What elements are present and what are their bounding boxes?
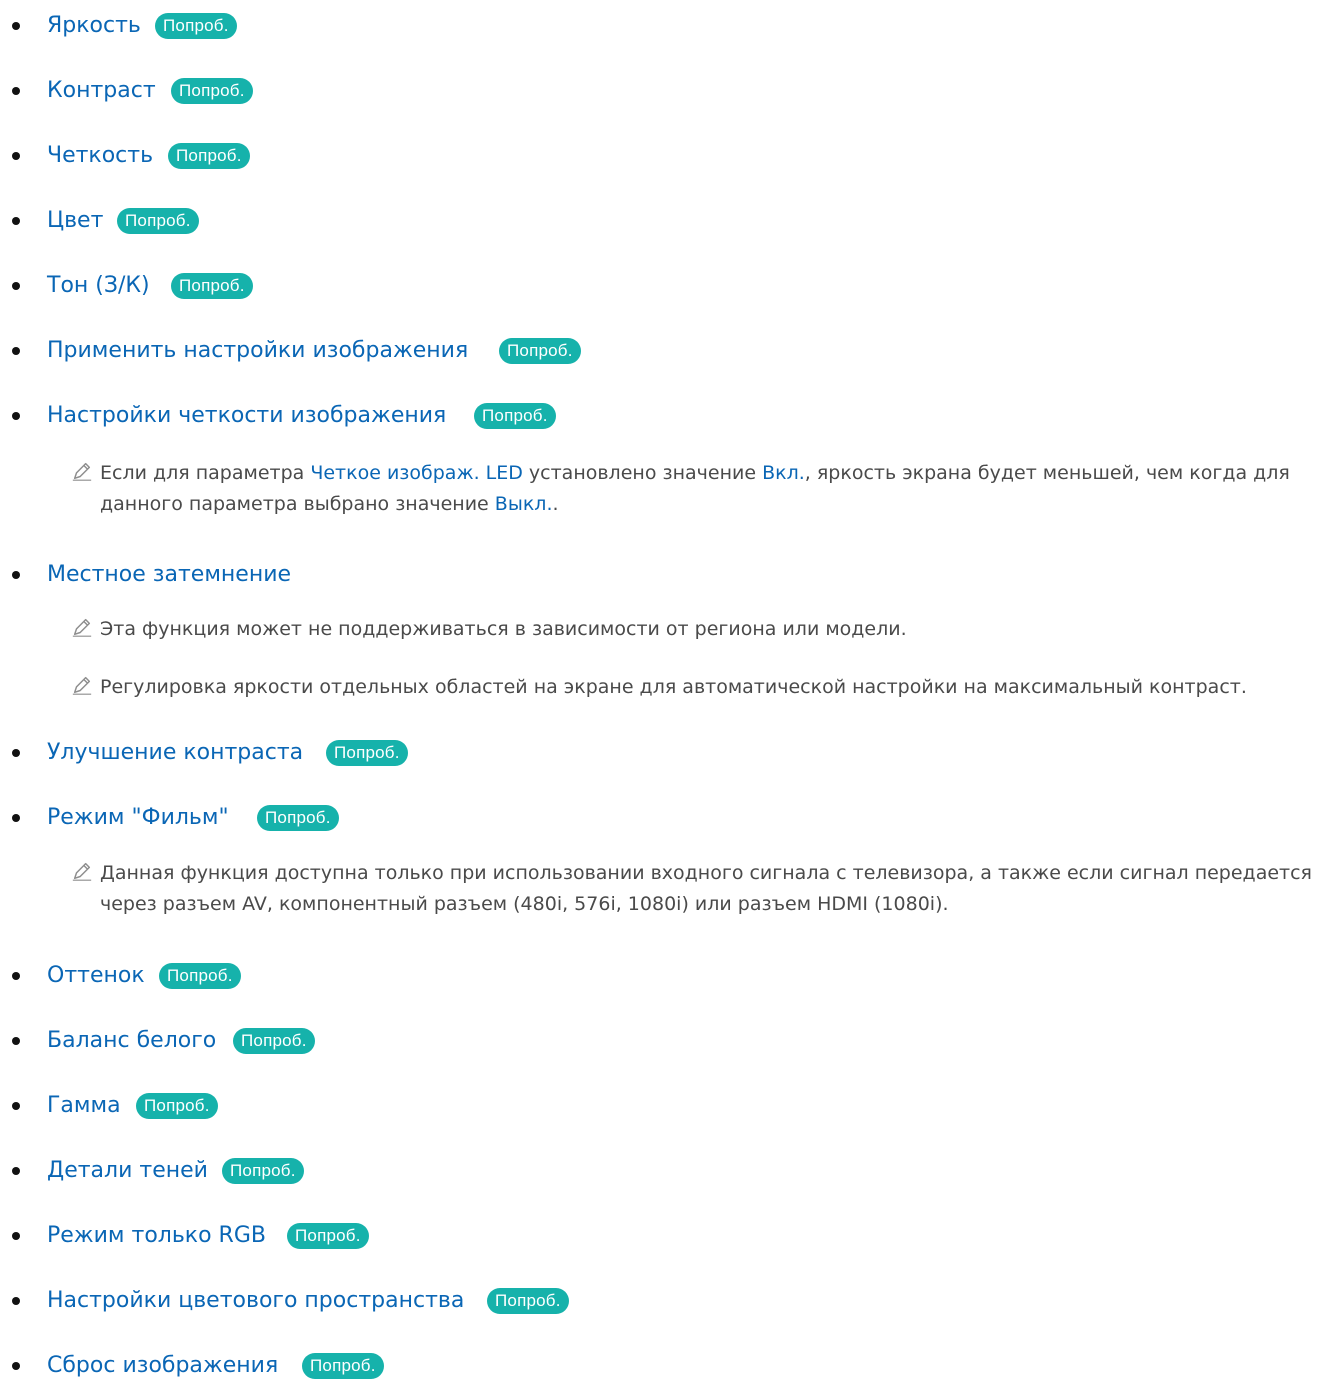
setting-link[interactable]: Улучшение контраста	[47, 735, 303, 771]
bullet-icon	[12, 1362, 20, 1370]
bullet-icon	[12, 152, 20, 160]
setting-link[interactable]: Четкость	[47, 138, 153, 174]
bullet-icon	[12, 22, 20, 30]
setting-link[interactable]: Яркость	[47, 8, 141, 44]
value-reference: Вкл.	[762, 462, 805, 484]
bullet-icon	[12, 1232, 20, 1240]
pencil-icon	[72, 462, 92, 481]
try-button[interactable]: Попроб.	[233, 1028, 315, 1054]
try-button[interactable]: Попроб.	[117, 208, 199, 234]
setting-link[interactable]: Настройки цветового пространства	[47, 1283, 464, 1319]
setting-link[interactable]: Тон (З/К)	[47, 268, 150, 304]
setting-link[interactable]: Настройки четкости изображения	[47, 398, 446, 434]
try-button[interactable]: Попроб.	[487, 1288, 569, 1314]
bullet-icon	[12, 749, 20, 757]
try-button[interactable]: Попроб.	[168, 143, 250, 169]
bullet-icon	[12, 412, 20, 420]
bullet-icon	[12, 87, 20, 95]
bullet-icon	[12, 1297, 20, 1305]
try-button[interactable]: Попроб.	[287, 1223, 369, 1249]
note-text: Если для параметра Четкое изображ. LED у…	[100, 458, 1320, 520]
pencil-icon	[72, 618, 92, 637]
setting-link[interactable]: Режим только RGB	[47, 1218, 266, 1254]
bullet-icon	[12, 1167, 20, 1175]
try-button[interactable]: Попроб.	[159, 963, 241, 989]
setting-link[interactable]: Баланс белого	[47, 1023, 216, 1059]
setting-link[interactable]: Цвет	[47, 203, 103, 239]
try-button[interactable]: Попроб.	[257, 805, 339, 831]
setting-link[interactable]: Контраст	[47, 73, 156, 109]
try-button[interactable]: Попроб.	[155, 13, 237, 39]
bullet-icon	[12, 814, 20, 822]
setting-link[interactable]: Детали теней	[47, 1153, 208, 1189]
setting-link[interactable]: Применить настройки изображения	[47, 333, 468, 369]
note-text: Регулировка яркости отдельных областей н…	[100, 676, 1247, 698]
pencil-icon	[72, 862, 92, 881]
bullet-icon	[12, 1102, 20, 1110]
note-text-part: установлено значение	[522, 462, 763, 484]
bullet-icon	[12, 1037, 20, 1045]
note-text-part: Если для параметра	[100, 462, 311, 484]
setting-link[interactable]: Гамма	[47, 1088, 121, 1124]
bullet-icon	[12, 972, 20, 980]
setting-link[interactable]: Сброс изображения	[47, 1348, 278, 1384]
note-text-part: .	[552, 493, 559, 515]
try-button[interactable]: Попроб.	[171, 273, 253, 299]
document-body: Яркость Попроб. Контраст Попроб. Четкост…	[0, 0, 1326, 1390]
pencil-icon	[72, 676, 92, 695]
try-button[interactable]: Попроб.	[171, 78, 253, 104]
try-button[interactable]: Попроб.	[499, 338, 581, 364]
setting-reference: Четкое изображ. LED	[310, 462, 523, 484]
bullet-icon	[12, 571, 20, 579]
bullet-icon	[12, 347, 20, 355]
setting-link[interactable]: Местное затемнение	[47, 557, 291, 593]
setting-link[interactable]: Оттенок	[47, 958, 145, 994]
bullet-icon	[12, 282, 20, 290]
try-button[interactable]: Попроб.	[222, 1158, 304, 1184]
setting-link[interactable]: Режим "Фильм"	[47, 800, 229, 836]
note-text: Данная функция доступна только при испол…	[100, 862, 1312, 915]
value-reference: Выкл.	[494, 493, 553, 515]
try-button[interactable]: Попроб.	[302, 1353, 384, 1379]
note-text: Эта функция может не поддерживаться в за…	[100, 618, 907, 640]
bullet-icon	[12, 217, 20, 225]
try-button[interactable]: Попроб.	[136, 1093, 218, 1119]
try-button[interactable]: Попроб.	[326, 740, 408, 766]
try-button[interactable]: Попроб.	[474, 403, 556, 429]
